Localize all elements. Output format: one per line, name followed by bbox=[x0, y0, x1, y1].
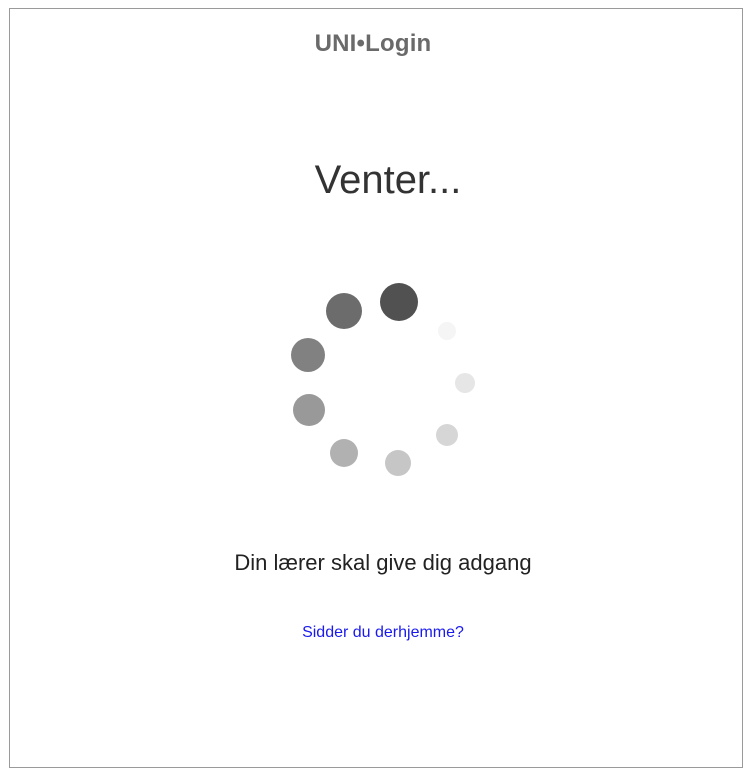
login-panel bbox=[9, 8, 743, 768]
home-help-link[interactable]: Sidder du derhjemme? bbox=[0, 624, 746, 642]
page-title: Venter... bbox=[314, 158, 462, 202]
status-message: Din lærer skal give dig adgang bbox=[234, 550, 532, 575]
brand-title: UNI•Login bbox=[314, 30, 432, 57]
